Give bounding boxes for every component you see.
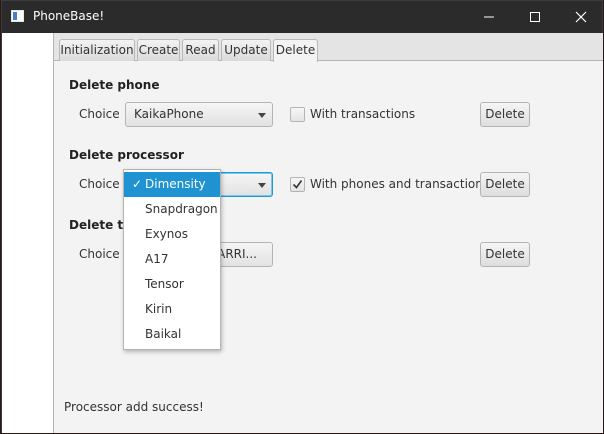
processor-dropdown-list[interactable]: ✓ Dimensity Snapdragon Exynos A17 Tensor… (123, 169, 221, 350)
app-window: PhoneBase! Initialization Create Read Up… (1, 0, 603, 433)
chevron-down-icon (258, 183, 266, 188)
tab-create[interactable]: Create (137, 39, 180, 61)
tab-initialization[interactable]: Initialization (59, 39, 135, 61)
title-bar[interactable]: PhoneBase! (2, 1, 602, 33)
close-button[interactable] (558, 1, 604, 33)
maximize-button[interactable] (512, 1, 558, 33)
delete-transaction-choice-label: Choice (79, 247, 120, 261)
status-message: Processor add success! (64, 400, 204, 414)
delete-processor-button[interactable]: Delete (480, 172, 530, 197)
delete-phone-combobox[interactable]: KaikaPhone (125, 102, 273, 127)
with-phones-checkbox[interactable] (290, 177, 305, 192)
close-icon (575, 11, 587, 23)
delete-phone-title: Delete phone (69, 78, 160, 92)
delete-processor-choice-label: Choice (79, 177, 120, 191)
with-transactions-label: With transactions (310, 107, 416, 121)
dropdown-option[interactable]: Tensor (124, 272, 220, 297)
with-phones-label: With phones and transaction (310, 177, 483, 191)
check-icon: ✓ (132, 177, 143, 191)
tab-update[interactable]: Update (221, 39, 271, 61)
tab-delete[interactable]: Delete (273, 39, 318, 62)
delete-processor-title: Delete processor (69, 148, 184, 162)
with-transactions-checkbox[interactable] (290, 107, 305, 122)
minimize-button[interactable] (466, 1, 512, 33)
dropdown-option[interactable]: ✓ Dimensity (124, 172, 220, 197)
delete-transaction-button[interactable]: Delete (480, 242, 530, 267)
dropdown-option[interactable]: Snapdragon (124, 197, 220, 222)
dropdown-option[interactable]: Kirin (124, 297, 220, 322)
tab-read[interactable]: Read (182, 39, 219, 61)
dropdown-option[interactable]: A17 (124, 247, 220, 272)
side-pane (2, 33, 53, 433)
minimize-icon (484, 16, 494, 18)
chevron-down-icon (258, 113, 266, 118)
checkmark-icon (292, 180, 303, 189)
delete-phone-selected: KaikaPhone (134, 107, 204, 121)
tab-header: Initialization Create Read Update Delete (54, 33, 603, 62)
dropdown-option[interactable]: Exynos (124, 222, 220, 247)
app-icon (11, 10, 24, 22)
dropdown-option[interactable]: Baikal (124, 322, 220, 347)
window-title: PhoneBase! (33, 9, 105, 23)
maximize-icon (530, 12, 540, 22)
delete-phone-button[interactable]: Delete (480, 102, 530, 127)
delete-phone-choice-label: Choice (79, 107, 120, 121)
